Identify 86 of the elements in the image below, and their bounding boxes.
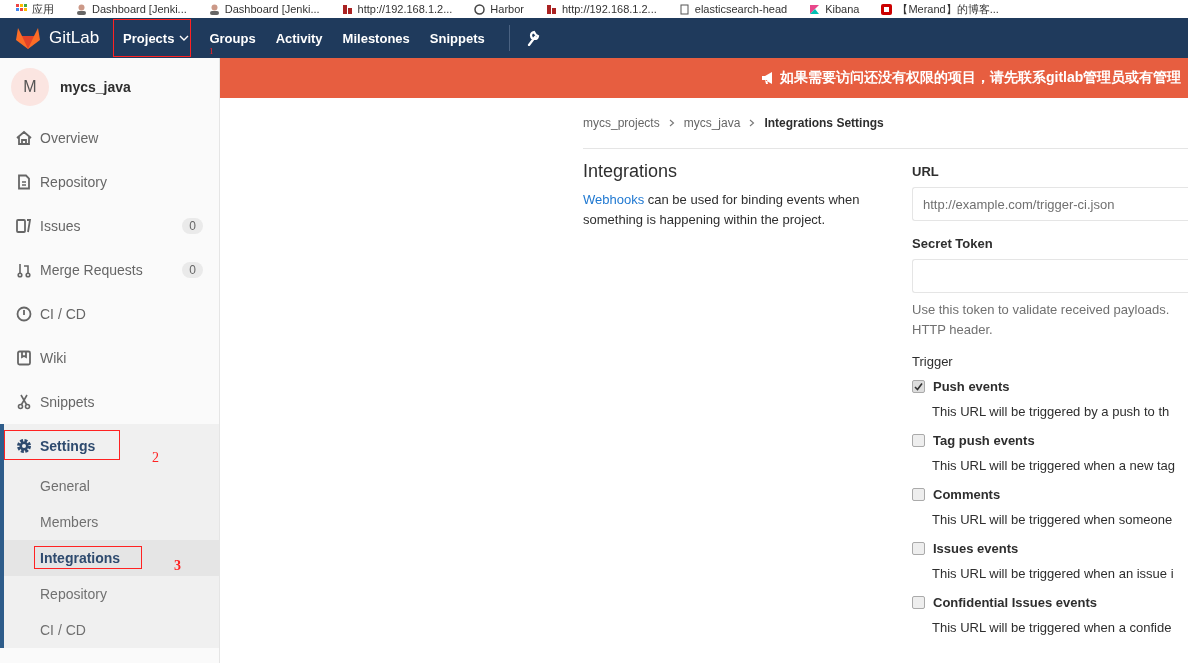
- book-icon: [16, 350, 32, 366]
- checkbox[interactable]: [912, 541, 925, 555]
- help-text: This URL will be triggered when an issue i: [931, 565, 1175, 583]
- annotation-number: 1: [209, 47, 214, 56]
- home-icon: [16, 130, 32, 146]
- checkbox[interactable]: [912, 487, 925, 501]
- sidebar-item[interactable]: Repository: [40, 174, 219, 190]
- nav-link[interactable]: Milestones: [332, 29, 420, 47]
- help-text: This URL will be triggered when someone: [931, 511, 1174, 529]
- sidebar-item[interactable]: Settings: [40, 438, 96, 454]
- scissors-icon: [16, 394, 32, 410]
- submenu-item[interactable]: CI / CD: [40, 622, 86, 638]
- sidebar-item[interactable]: Merge Requests: [40, 262, 175, 278]
- merge-icon: [16, 262, 32, 278]
- count-badge: 0: [182, 218, 203, 234]
- help-text: This URL will be triggered when a new tag: [931, 457, 1177, 475]
- checkbox-label[interactable]: Tag push events: [933, 432, 1035, 448]
- field-label: URL: [912, 164, 940, 179]
- person-icon: [208, 3, 220, 15]
- breadcrumb-link[interactable]: mycs_projects: [583, 116, 660, 130]
- annotation-number: 2: [152, 450, 159, 466]
- webhooks-link[interactable]: Webhooks: [583, 192, 645, 207]
- chevron-icon: [749, 119, 756, 127]
- circle-icon: [474, 3, 486, 15]
- section-title: Integrations: [583, 161, 679, 182]
- nav-link[interactable]: Groups: [199, 29, 266, 47]
- caret-icon: [179, 34, 190, 42]
- sidebar-item[interactable]: Snippets: [40, 394, 219, 410]
- wrench-icon[interactable]: [525, 30, 540, 46]
- bookmark-link[interactable]: Harbor: [490, 3, 524, 15]
- checkbox-label[interactable]: Issues events: [933, 540, 1019, 556]
- submenu-item[interactable]: General: [40, 478, 90, 494]
- sidebar-item[interactable]: Overview: [40, 130, 219, 146]
- bookmark-link[interactable]: http://192.168.1.2...: [357, 3, 453, 15]
- checkbox[interactable]: [912, 595, 925, 609]
- submenu-item[interactable]: Repository: [40, 586, 107, 602]
- bookmark-link[interactable]: Dashboard [Jenki...: [92, 3, 187, 15]
- help-text: HTTP header.: [912, 321, 994, 339]
- brand-name[interactable]: GitLab: [49, 28, 100, 48]
- breadcrumb-link[interactable]: Integrations Settings: [764, 116, 884, 130]
- bookmark-link[interactable]: http://192.168.1.2...: [562, 3, 657, 15]
- document-icon: [678, 3, 690, 15]
- nav-link[interactable]: Projects: [113, 29, 200, 47]
- help-text: This URL will be triggered when a confide: [931, 619, 1173, 637]
- gauge-icon: [16, 306, 32, 322]
- checkbox-label[interactable]: Comments: [933, 486, 1001, 502]
- bookmark-link[interactable]: Dashboard [Jenki...: [224, 3, 320, 15]
- field-label: Secret Token: [912, 236, 994, 251]
- bookmark-link[interactable]: Kibana: [825, 3, 860, 15]
- count-badge: 0: [182, 262, 203, 278]
- nav-link[interactable]: Snippets: [419, 29, 495, 47]
- bookmark-link[interactable]: 【Merand】的博客...: [897, 1, 999, 17]
- nav-link[interactable]: Activity: [265, 29, 333, 47]
- checkbox-label[interactable]: Confidential Issues events: [933, 594, 1097, 610]
- document-icon: [16, 174, 32, 190]
- banner-text: 如果需要访问还没有权限的项目，请先联系gitlab管理员或有管理: [780, 69, 1182, 87]
- section-description: Webhooks can be used for binding events when something is happening within the project.: [583, 191, 861, 229]
- project-name[interactable]: mycs_java: [60, 79, 131, 95]
- sidebar-item[interactable]: CI / CD: [40, 306, 219, 322]
- sidebar-item[interactable]: Wiki: [40, 350, 219, 366]
- help-text: Use this token to validate received payloads.: [912, 301, 1171, 319]
- annotation-number: 3: [174, 558, 181, 574]
- settings-icon: [16, 438, 32, 454]
- bookmark-link[interactable]: elasticsearch-head: [694, 3, 788, 15]
- bookmark-link[interactable]: 应用: [32, 1, 54, 17]
- blog-icon: [881, 3, 893, 15]
- checkbox-label[interactable]: Push events: [933, 378, 1010, 394]
- secret-token-field[interactable]: [912, 259, 1188, 293]
- breadcrumb-link[interactable]: mycs_java: [683, 116, 741, 130]
- checkbox[interactable]: [912, 379, 925, 393]
- url-field[interactable]: http://example.com/trigger-ci.json: [912, 187, 1188, 221]
- sidebar-item[interactable]: Issues: [40, 218, 175, 234]
- checkbox[interactable]: [912, 433, 925, 447]
- page-icon: [341, 3, 353, 15]
- submenu-item[interactable]: Integrations: [40, 550, 121, 566]
- kibana-icon: [809, 3, 821, 15]
- project-avatar: M: [11, 68, 49, 106]
- person-icon: [76, 3, 87, 15]
- issues-icon: [16, 218, 32, 234]
- page-icon: [546, 3, 557, 15]
- chevron-icon: [668, 119, 675, 127]
- megaphone-icon: [761, 72, 775, 84]
- field-label: Trigger: [912, 354, 954, 369]
- fox-logo-icon: [15, 26, 41, 50]
- help-text: This URL will be triggered by a push to th: [931, 403, 1171, 421]
- submenu-item[interactable]: Members: [40, 514, 99, 530]
